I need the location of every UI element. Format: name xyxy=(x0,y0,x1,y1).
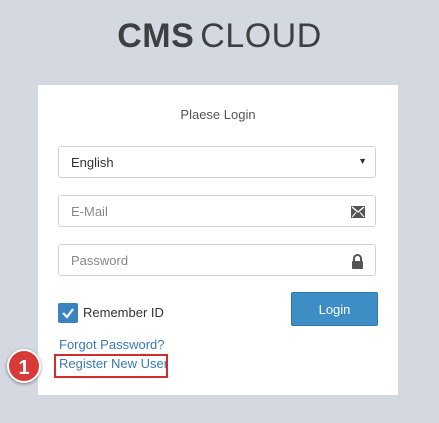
password-field-placeholder: Password xyxy=(71,253,129,268)
envelope-icon xyxy=(351,205,365,219)
brand-light: CLOUD xyxy=(200,17,322,55)
remember-id-label: Remember ID xyxy=(83,305,164,320)
step-badge: 1 xyxy=(7,349,41,383)
email-field[interactable]: E-Mail xyxy=(58,195,376,227)
login-button[interactable]: Login xyxy=(291,292,378,326)
chevron-down-icon: ▼ xyxy=(358,156,367,166)
login-card: Plaese Login English ▼ E-Mail Password R… xyxy=(38,85,398,395)
email-field-placeholder: E-Mail xyxy=(71,204,108,219)
login-card-title: Plaese Login xyxy=(180,107,256,122)
forgot-password-link[interactable]: Forgot Password? xyxy=(59,337,165,352)
language-select-value: English xyxy=(71,155,114,170)
checkmark-icon xyxy=(62,308,74,319)
app-brand: CMS CLOUD xyxy=(0,14,439,58)
remember-id-checkbox[interactable] xyxy=(58,303,78,323)
register-highlight-box xyxy=(54,354,168,378)
lock-icon xyxy=(351,254,365,269)
password-field[interactable]: Password xyxy=(58,244,376,276)
language-select[interactable]: English ▼ xyxy=(58,146,376,178)
brand-strong: CMS xyxy=(117,17,195,55)
